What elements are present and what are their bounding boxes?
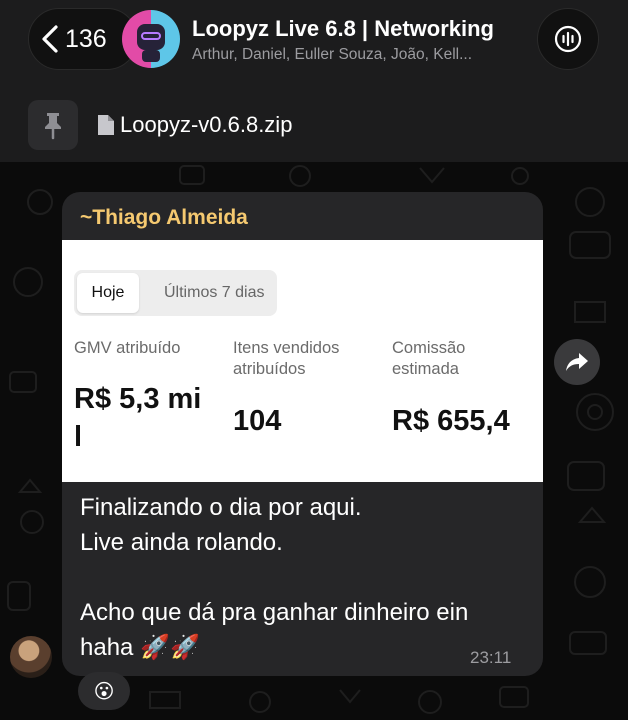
metric-commission: Comissão estimada R$ 655,4 [392, 338, 542, 440]
unread-count: 136 [65, 24, 107, 53]
message-text: Finalizando o dia por aqui. Live ainda r… [80, 490, 530, 665]
message-paragraph: Acho que dá pra ganhar dinheiro ein haha… [80, 599, 469, 661]
metric-value: R$ 655,4 [392, 405, 510, 437]
metric-gmv: GMV atribuído R$ 5,3 mi l [74, 338, 224, 456]
message-paragraph: Finalizando o dia por aqui. Live ainda r… [80, 494, 362, 556]
chat-title-area[interactable]: Loopyz Live 6.8 | Networking Arthur, Dan… [192, 16, 522, 64]
metric-label: GMV atribuído [74, 339, 181, 357]
tab-last-7-days: Últimos 7 dias [164, 284, 265, 301]
metric-value: 104 [233, 405, 282, 437]
period-segmented-control: Hoje Últimos 7 dias [74, 270, 277, 316]
file-icon [98, 115, 114, 135]
sender-name[interactable]: ~Thiago Almeida [80, 206, 248, 230]
message-time: 23:11 [470, 648, 512, 667]
group-avatar[interactable] [122, 10, 180, 68]
robot-body-shape [142, 50, 160, 62]
pin-button[interactable] [28, 100, 78, 150]
pin-icon [45, 113, 61, 140]
reaction-badge[interactable]: 😮 [78, 672, 130, 710]
voice-chat-icon [554, 25, 582, 53]
voice-chat-button[interactable] [537, 8, 599, 70]
group-members: Arthur, Daniel, Euller Souza, João, Kell… [192, 46, 473, 63]
stats-card-image[interactable]: Hoje Últimos 7 dias GMV atribuído R$ 5,3… [62, 240, 543, 482]
sender-avatar[interactable] [10, 636, 52, 678]
chat-header: 136 Loopyz Live 6.8 | Networking Arthur,… [0, 0, 628, 90]
tab-today: Hoje [77, 273, 139, 313]
group-title: Loopyz Live 6.8 | Networking [192, 16, 494, 41]
metric-label: Itens vendidos atribuídos [233, 339, 340, 378]
forward-button[interactable] [554, 339, 600, 385]
robot-eyes-shape [141, 32, 161, 40]
pinned-message-bar[interactable]: Loopyz-v0.6.8.zip [0, 90, 628, 162]
metric-value: R$ 5,3 mi l [74, 383, 202, 453]
pinned-file-name: Loopyz-v0.6.8.zip [120, 112, 293, 137]
surprised-emoji-icon: 😮 [93, 680, 115, 703]
message-bubble[interactable]: ~Thiago Almeida Hoje Últimos 7 dias GMV … [62, 192, 543, 676]
pinned-file[interactable]: Loopyz-v0.6.8.zip [96, 112, 292, 138]
metric-label: Comissão estimada [392, 339, 466, 378]
chat-area[interactable]: ~Thiago Almeida Hoje Últimos 7 dias GMV … [0, 162, 628, 720]
forward-arrow-icon [566, 353, 588, 371]
metric-items-sold: Itens vendidos atribuídos 104 [233, 338, 383, 440]
chevron-left-icon [42, 25, 58, 53]
